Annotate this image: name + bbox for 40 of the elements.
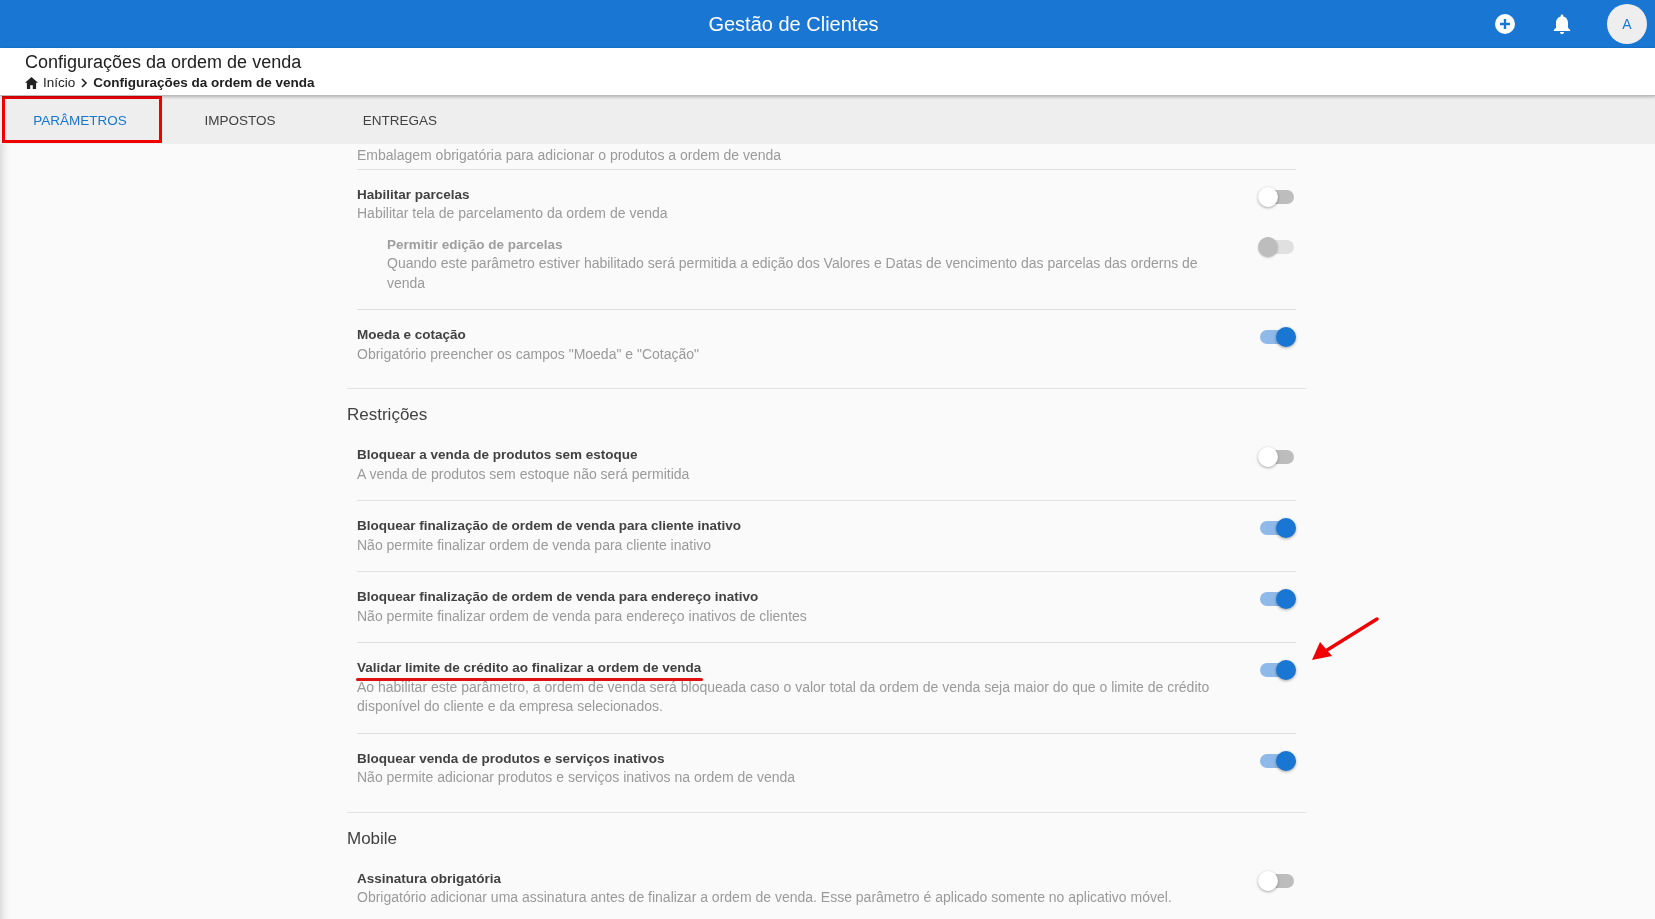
setting-description: Embalagem obrigatória para adicionar o produtos a ordem de venda	[357, 146, 782, 165]
breadcrumb-current: Configurações da ordem de venda	[93, 75, 315, 90]
setting-title: Bloquear finalização de ordem de venda para cliente inativo	[357, 517, 742, 535]
toggle-switch[interactable]	[1258, 659, 1296, 681]
setting-title: Moeda e cotação	[357, 326, 466, 344]
setting-description: Obrigatório adicionar uma assinatura antes de finalizar a ordem de venda. Esse parâmetro é aplicado somente no aplicativo móvel.	[357, 888, 1172, 907]
setting-description: Não permite adicionar produtos e serviços inativos na ordem de venda	[357, 768, 796, 787]
toggle-switch[interactable]	[1258, 869, 1296, 892]
app-title: Gestão de Clientes	[708, 12, 879, 35]
setting-description: Ao habilitar este parâmetro, a ordem de venda será bloqueada caso o valor total da ordem de venda seja maior do que o limite de crédito disponível do cliente e da empresa selecionados.	[357, 677, 1211, 716]
setting-description: Habilitar tela de parcelamento da ordem de venda	[357, 204, 668, 223]
setting-title: Permitir edição de parcelas	[387, 235, 563, 254]
toggle-switch[interactable]	[1258, 326, 1296, 348]
setting-description: A venda de produtos sem estoque não será permitida	[357, 464, 690, 484]
tab[interactable]: PARÂMETROS	[0, 96, 160, 144]
toggle-switch[interactable]	[1258, 446, 1296, 468]
tab[interactable]: ENTREGAS	[320, 96, 480, 144]
toggle-switch[interactable]	[1258, 517, 1296, 539]
breadcrumb-link[interactable]: Início	[43, 75, 76, 90]
setting-description: Não permite finalizar ordem de venda para cliente inativo	[357, 535, 712, 555]
toggle-switch[interactable]	[1258, 185, 1296, 208]
user-avatar[interactable]: A	[1607, 4, 1647, 44]
page-title: Configurações da ordem de venda	[25, 52, 302, 72]
setting-title: Assinatura obrigatória	[357, 869, 502, 888]
setting-description: Não permite finalizar ordem de venda para endereço inativos de clientes	[357, 606, 807, 626]
setting-description: Obrigatório preencher os campos "Moeda" e "Cotação"	[357, 344, 700, 364]
setting-title: Validar limite de crédito ao finalizar a ordem de venda	[357, 659, 702, 677]
tab[interactable]: IMPOSTOS	[160, 96, 320, 144]
home-icon	[25, 76, 38, 89]
toggle-switch[interactable]	[1258, 749, 1296, 772]
setting-title: Bloquear a venda de produtos sem estoque	[357, 446, 638, 464]
setting-title: Bloquear venda de produtos e serviços inativos	[357, 749, 665, 768]
chevron-icon	[80, 77, 89, 88]
toggle-switch[interactable]	[1258, 588, 1296, 610]
add-icon[interactable]	[1493, 12, 1517, 36]
setting-title: Bloquear finalização de ordem de venda para endereço inativo	[357, 588, 759, 606]
section-heading: Mobile	[347, 827, 399, 850]
setting-description: Quando este parâmetro estiver habilitado será permitida a edição dos Valores e Datas de vencimento das parcelas das orderns de venda	[387, 254, 1199, 293]
section-heading: Restrições	[347, 404, 429, 426]
setting-title: Habilitar parcelas	[357, 185, 470, 204]
